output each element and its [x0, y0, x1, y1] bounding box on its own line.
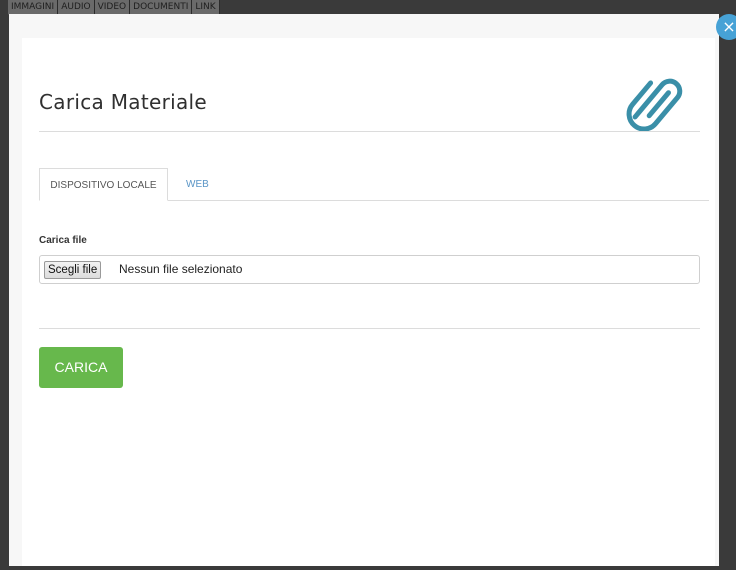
backdrop-tab-documenti: DOCUMENTI — [130, 0, 193, 14]
close-icon[interactable]: × — [716, 14, 736, 40]
paperclip-icon — [626, 78, 683, 132]
backdrop-tab-strip: IMMAGINI AUDIO VIDEO DOCUMENTI LINK — [8, 0, 220, 15]
upload-modal: Carica Materiale DISPOSITIVO LOCALE WEB … — [9, 14, 719, 566]
choose-file-button[interactable]: Scegli file — [44, 261, 102, 279]
modal-title: Carica Materiale — [39, 90, 207, 114]
backdrop-tab-link: LINK — [192, 0, 220, 14]
backdrop-tab-video: VIDEO — [94, 0, 131, 14]
backdrop-tab-audio: AUDIO — [58, 0, 95, 14]
modal-content: Carica Materiale DISPOSITIVO LOCALE WEB … — [22, 38, 715, 566]
file-status: Nessun file selezionato — [119, 262, 243, 276]
source-tabs: DISPOSITIVO LOCALE WEB — [39, 168, 709, 202]
file-input[interactable]: Scegli file Nessun file selezionato — [39, 255, 700, 284]
upload-button[interactable]: CARICA — [39, 347, 123, 388]
form-divider — [39, 328, 700, 329]
tab-web[interactable]: WEB — [186, 168, 209, 201]
tabs-divider — [168, 200, 709, 201]
file-field-label: Carica file — [39, 235, 87, 246]
header-divider — [39, 131, 700, 132]
tab-local-device[interactable]: DISPOSITIVO LOCALE — [39, 168, 168, 201]
backdrop-tab-immagini: IMMAGINI — [8, 0, 59, 14]
